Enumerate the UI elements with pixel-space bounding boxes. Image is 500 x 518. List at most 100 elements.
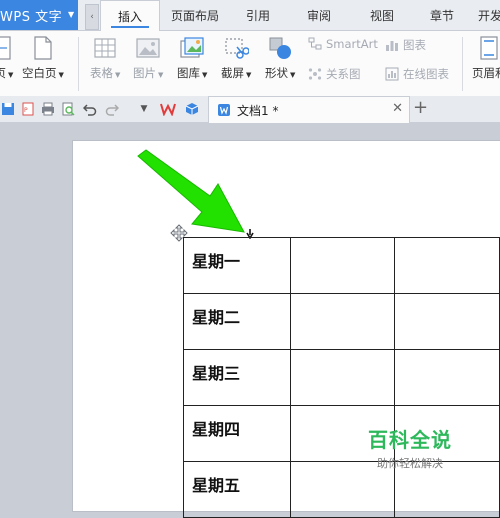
scissors-icon (225, 38, 250, 59)
document-tab-title: 文档1 * (237, 103, 279, 118)
page-icon (0, 36, 11, 60)
pdf-icon: P (22, 102, 34, 116)
app-name: WPS 文字 (0, 9, 63, 25)
wps-logo-button[interactable] (160, 101, 176, 117)
undo-icon (83, 104, 97, 116)
header-footer-icon (480, 36, 498, 60)
shapes-icon (269, 37, 292, 59)
new-tab-button[interactable]: + (413, 97, 428, 118)
gallery-label: 图库 (177, 66, 200, 80)
document-tab[interactable]: 文档1 * ✕ (208, 96, 410, 123)
header-footer-label: 页眉和 (472, 66, 500, 80)
table-icon (94, 38, 116, 58)
print-preview-button[interactable] (60, 101, 76, 117)
cube-icon (185, 103, 199, 115)
undo-button[interactable] (82, 101, 98, 117)
caret-down-icon: ▼ (202, 71, 208, 79)
table-row: 星期三 (183, 349, 500, 406)
table-cell[interactable]: 星期二 (183, 293, 291, 350)
cell-text: 星期二 (192, 308, 241, 327)
chart-button[interactable]: 图表 (385, 37, 426, 53)
wps-logo-icon (160, 103, 176, 116)
screenshot-button[interactable]: 截屏 ▼ (221, 35, 251, 81)
table-cell[interactable] (289, 237, 396, 294)
picture-button[interactable]: 图片 ▼ (133, 35, 163, 81)
relation-chart-button[interactable]: 关系图 (308, 66, 361, 82)
redo-button[interactable] (104, 101, 120, 117)
blank-page-button[interactable]: 空白页 ▼ (22, 35, 64, 81)
relation-chart-icon (308, 68, 322, 80)
shapes-label: 形状 (265, 66, 288, 80)
online-chart-button[interactable]: 在线图表 (385, 66, 449, 82)
plus-icon: + (413, 97, 429, 118)
tab-label: 审阅 (306, 8, 331, 23)
save-button[interactable] (0, 101, 16, 117)
ribbon-insert: 页 ▼ 空白页 ▼ 表格 ▼ 图片 ▼ 图库 ▼ 截屏 ▼ 形状 ▼ Smart… (0, 31, 500, 97)
table-cell[interactable]: 星期五 (183, 461, 291, 518)
table-cell[interactable] (289, 293, 396, 350)
cell-text: 星期三 (192, 364, 241, 383)
online-chart-label: 在线图表 (403, 67, 449, 81)
cell-text: 星期四 (192, 420, 241, 439)
tab-view[interactable]: 视图 (360, 0, 404, 30)
tab-label: 章节 (429, 8, 454, 23)
shapes-button[interactable]: 形状 ▼ (265, 35, 295, 81)
bar-chart-icon (386, 41, 398, 51)
table-cell[interactable]: 星期四 (183, 405, 291, 462)
customize-toolbar-button[interactable]: ▼ (136, 101, 152, 117)
table-cell[interactable] (394, 349, 500, 406)
cell-text: 星期一 (192, 252, 241, 271)
picture-label: 图片 (133, 66, 156, 80)
tab-chapter[interactable]: 章节 (420, 0, 464, 30)
header-footer-button[interactable]: 页眉和 (472, 35, 500, 81)
tab-insert[interactable]: 插入 (100, 0, 160, 32)
screenshot-label: 截屏 (221, 66, 244, 80)
ribbon-separator (78, 37, 79, 91)
document-table[interactable]: 星期一 星期二 星期三 星期四 星期五 (183, 237, 500, 518)
table-cell[interactable] (289, 349, 396, 406)
menu-bar: WPS 文字 ▼ ‹ 插入 页面布局 引用 审阅 视图 章节 开发 (0, 0, 500, 32)
caret-down-icon: ▼ (290, 71, 296, 79)
tab-label: 插入 (117, 10, 142, 24)
caret-down-icon: ▼ (246, 71, 252, 79)
tab-references[interactable]: 引用 (236, 0, 280, 30)
table-label: 表格 (90, 66, 113, 80)
table-cell[interactable] (394, 293, 500, 350)
page-break-label: 页 (0, 66, 7, 80)
watermark-subtitle: 助你轻松解决 (377, 457, 443, 470)
watermark-title: 百科全说 (368, 428, 452, 452)
blank-page-label: 空白页 (22, 66, 57, 80)
table-cell[interactable]: 星期三 (183, 349, 291, 406)
tab-label: 引用 (245, 8, 270, 23)
caret-down-icon: ▼ (68, 10, 75, 19)
watermark: 百科全说 助你轻松解决 (360, 424, 460, 471)
redo-icon (105, 104, 119, 116)
caret-down-icon: ▼ (158, 71, 164, 79)
caret-down-icon: ▼ (140, 104, 148, 114)
caret-down-icon: ▼ (58, 71, 64, 79)
app-menu-button[interactable]: WPS 文字 ▼ (0, 0, 78, 30)
tab-label: 页面布局 (170, 8, 219, 23)
table-cell[interactable] (394, 237, 500, 294)
smartart-button[interactable]: SmartArt (308, 37, 378, 51)
blank-page-icon (34, 36, 52, 60)
page-break-button[interactable]: 页 ▼ (0, 35, 14, 81)
table-button[interactable]: 表格 ▼ (90, 35, 120, 81)
table-cell[interactable]: 星期一 (183, 237, 291, 294)
picture-icon (136, 38, 160, 58)
ribbon-separator (462, 37, 463, 91)
tab-page-layout[interactable]: 页面布局 (162, 0, 228, 30)
tab-review[interactable]: 审阅 (297, 0, 341, 30)
gallery-button[interactable]: 图库 ▼ (177, 35, 207, 81)
gallery-icon (180, 37, 204, 58)
annotation-arrow-icon (137, 149, 245, 233)
print-button[interactable] (40, 101, 56, 117)
cloud-doc-button[interactable] (184, 101, 200, 117)
caret-down-icon: ▼ (115, 71, 121, 79)
cell-text: 星期五 (192, 476, 241, 495)
collapse-ribbon-button[interactable]: ‹ (85, 4, 99, 30)
tab-developer[interactable]: 开发 (478, 0, 500, 30)
tab-label: 视图 (369, 8, 394, 23)
export-pdf-button[interactable]: P (20, 101, 36, 117)
close-icon[interactable]: ✕ (392, 101, 403, 116)
